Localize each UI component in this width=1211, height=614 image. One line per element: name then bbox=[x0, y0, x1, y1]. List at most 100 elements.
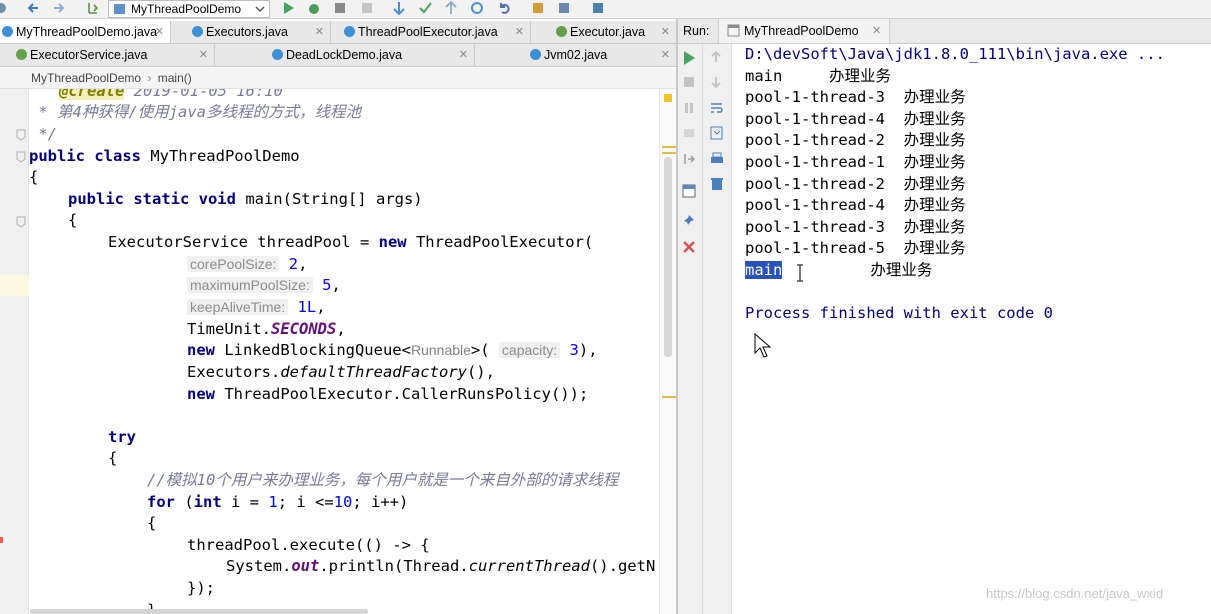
editor-gutter[interactable] bbox=[0, 89, 29, 614]
tab-label: ExecutorService.java bbox=[30, 48, 148, 62]
tab-label: Executor.java bbox=[570, 25, 646, 39]
soft-wrap-icon[interactable] bbox=[709, 101, 725, 115]
down-arrow-icon[interactable] bbox=[709, 75, 723, 89]
run-tab[interactable]: MyThreadPoolDemo ✕ bbox=[718, 19, 890, 43]
scroll-to-end-icon[interactable] bbox=[709, 126, 725, 140]
coverage-icon[interactable] bbox=[333, 1, 347, 15]
back-arrow-icon[interactable] bbox=[26, 1, 40, 15]
close-icon[interactable]: ✕ bbox=[459, 44, 468, 66]
console-output[interactable]: D:\devSoft\Java\jdk1.8.0_111\bin\java.ex… bbox=[732, 44, 1211, 614]
layout-icon[interactable] bbox=[682, 184, 696, 198]
close-icon[interactable]: ✕ bbox=[155, 21, 164, 43]
breadcrumb: MyThreadPoolDemo › main() bbox=[0, 68, 676, 89]
code-line: { bbox=[108, 449, 118, 467]
parameter-hint: keepAliveTime: bbox=[187, 299, 289, 315]
code-line: threadPool.execute(() -> { bbox=[187, 536, 430, 554]
console-line: main 办理业务 bbox=[745, 261, 933, 279]
close-icon[interactable] bbox=[682, 240, 696, 254]
editor-marker-strip[interactable] bbox=[659, 89, 677, 614]
close-icon[interactable]: ✕ bbox=[199, 44, 208, 66]
tab-executor-service[interactable]: ExecutorService.java ✕ bbox=[0, 44, 215, 66]
code-line: { bbox=[29, 168, 39, 186]
marker-stripe[interactable] bbox=[662, 152, 676, 154]
tab-executor[interactable]: Executor.java ✕ bbox=[530, 21, 676, 43]
java-class-icon bbox=[530, 49, 541, 60]
settings-icon[interactable] bbox=[0, 1, 8, 15]
database-icon[interactable] bbox=[591, 1, 605, 15]
console-line: pool-1-thread-5 办理业务 bbox=[745, 239, 966, 258]
marker-stripe[interactable] bbox=[662, 396, 676, 398]
stop-icon[interactable] bbox=[360, 1, 374, 15]
close-icon[interactable]: ✕ bbox=[515, 21, 524, 43]
tab-dead-lock-demo[interactable]: DeadLockDemo.java ✕ bbox=[214, 44, 475, 66]
trash-icon[interactable] bbox=[709, 177, 725, 191]
tab-label: MyThreadPoolDemo.java bbox=[16, 25, 158, 39]
java-class-icon bbox=[192, 26, 203, 37]
warning-marker-icon[interactable] bbox=[664, 94, 672, 102]
tab-label: Jvm02.java bbox=[544, 48, 608, 62]
print-icon[interactable] bbox=[709, 152, 725, 166]
console-line: pool-1-thread-4 办理业务 bbox=[745, 109, 966, 128]
pause-icon[interactable] bbox=[682, 101, 696, 115]
console-line: main 办理业务 bbox=[745, 66, 892, 85]
console-line: pool-1-thread-2 办理业务 bbox=[745, 131, 966, 150]
close-icon[interactable]: ✕ bbox=[661, 21, 670, 43]
code-line: new LinkedBlockingQueue<Runnable>( capac… bbox=[187, 341, 598, 359]
code-line: for (int i = 1; i <=10; i++) bbox=[147, 493, 409, 511]
horizontal-scrollbar-thumb[interactable] bbox=[30, 609, 368, 614]
run-icon[interactable] bbox=[281, 1, 295, 15]
run-toolbar-secondary bbox=[703, 44, 732, 614]
editor-tab-row-1: MyThreadPoolDemo.java ✕ Executors.java ✕ T… bbox=[0, 21, 676, 44]
marker-stripe[interactable] bbox=[662, 146, 676, 148]
fold-marker-icon[interactable] bbox=[16, 151, 26, 163]
vcs-commit-icon[interactable] bbox=[418, 1, 432, 15]
build-icon[interactable] bbox=[86, 1, 100, 15]
close-icon[interactable]: ✕ bbox=[872, 24, 881, 37]
tab-jvm02[interactable]: Jvm02.java ✕ bbox=[474, 44, 676, 66]
breadcrumb-class[interactable]: MyThreadPoolDemo bbox=[31, 71, 141, 85]
project-structure-icon[interactable] bbox=[531, 1, 545, 15]
code-line: public static void main(String[] args) bbox=[68, 190, 423, 208]
revert-icon[interactable] bbox=[497, 1, 511, 15]
code-line: keepAliveTime: 1L, bbox=[187, 297, 326, 318]
tab-executors[interactable]: Executors.java ✕ bbox=[170, 21, 331, 43]
tab-thread-pool-executor[interactable]: ThreadPoolExecutor.java ✕ bbox=[330, 21, 531, 43]
code-line: corePoolSize: 2, bbox=[187, 254, 307, 275]
dump-threads-icon[interactable] bbox=[682, 126, 696, 140]
code-line: * 第4种获得/使用java多线程的方式，线程池 bbox=[29, 103, 361, 121]
debug-icon[interactable] bbox=[307, 1, 321, 15]
editor-scrollbar-thumb[interactable] bbox=[664, 157, 672, 357]
fold-marker-icon[interactable] bbox=[16, 216, 26, 228]
run-panel-header: Run: MyThreadPoolDemo ✕ bbox=[678, 19, 1211, 44]
sdk-icon[interactable] bbox=[557, 1, 571, 15]
code-line: { bbox=[68, 211, 78, 229]
code-line: new ThreadPoolExecutor.CallerRunsPolicy(… bbox=[187, 385, 589, 403]
forward-arrow-icon[interactable] bbox=[52, 1, 66, 15]
up-arrow-icon[interactable] bbox=[709, 50, 723, 64]
exit-icon[interactable] bbox=[682, 152, 696, 166]
close-icon[interactable]: ✕ bbox=[661, 44, 670, 66]
vcs-history-icon[interactable] bbox=[470, 1, 484, 15]
watermark: https://blog.csdn.net/java_wxid bbox=[986, 586, 1164, 601]
java-interface-icon bbox=[16, 49, 27, 60]
stop-icon[interactable] bbox=[682, 75, 696, 89]
console-line: pool-1-thread-3 办理业务 bbox=[745, 217, 966, 236]
java-class-icon bbox=[114, 4, 125, 14]
close-icon[interactable]: ✕ bbox=[315, 21, 324, 43]
code-line: }); bbox=[187, 579, 215, 597]
vcs-update-icon[interactable] bbox=[392, 1, 406, 15]
editor-tab-row-2: ExecutorService.java ✕ DeadLockDemo.java ✕… bbox=[0, 44, 676, 67]
mouse-pointer-icon bbox=[754, 333, 772, 358]
code-editor[interactable]: @create 2019-01-05 16:10 * 第4种获得/使用java多… bbox=[29, 89, 659, 614]
fold-marker-icon[interactable] bbox=[16, 129, 26, 141]
vcs-push-icon[interactable] bbox=[444, 1, 458, 15]
pin-icon[interactable] bbox=[682, 214, 696, 228]
tab-label: Executors.java bbox=[206, 25, 288, 39]
run-toolbar-primary bbox=[678, 44, 703, 614]
rerun-icon[interactable] bbox=[682, 50, 696, 66]
breadcrumb-separator: › bbox=[147, 71, 152, 85]
run-configuration-select[interactable]: MyThreadPoolDemo bbox=[108, 0, 270, 18]
tab-my-thread-pool-demo[interactable]: MyThreadPoolDemo.java ✕ bbox=[0, 21, 171, 43]
run-tab-label: MyThreadPoolDemo bbox=[744, 24, 859, 38]
breadcrumb-method[interactable]: main() bbox=[158, 71, 192, 85]
